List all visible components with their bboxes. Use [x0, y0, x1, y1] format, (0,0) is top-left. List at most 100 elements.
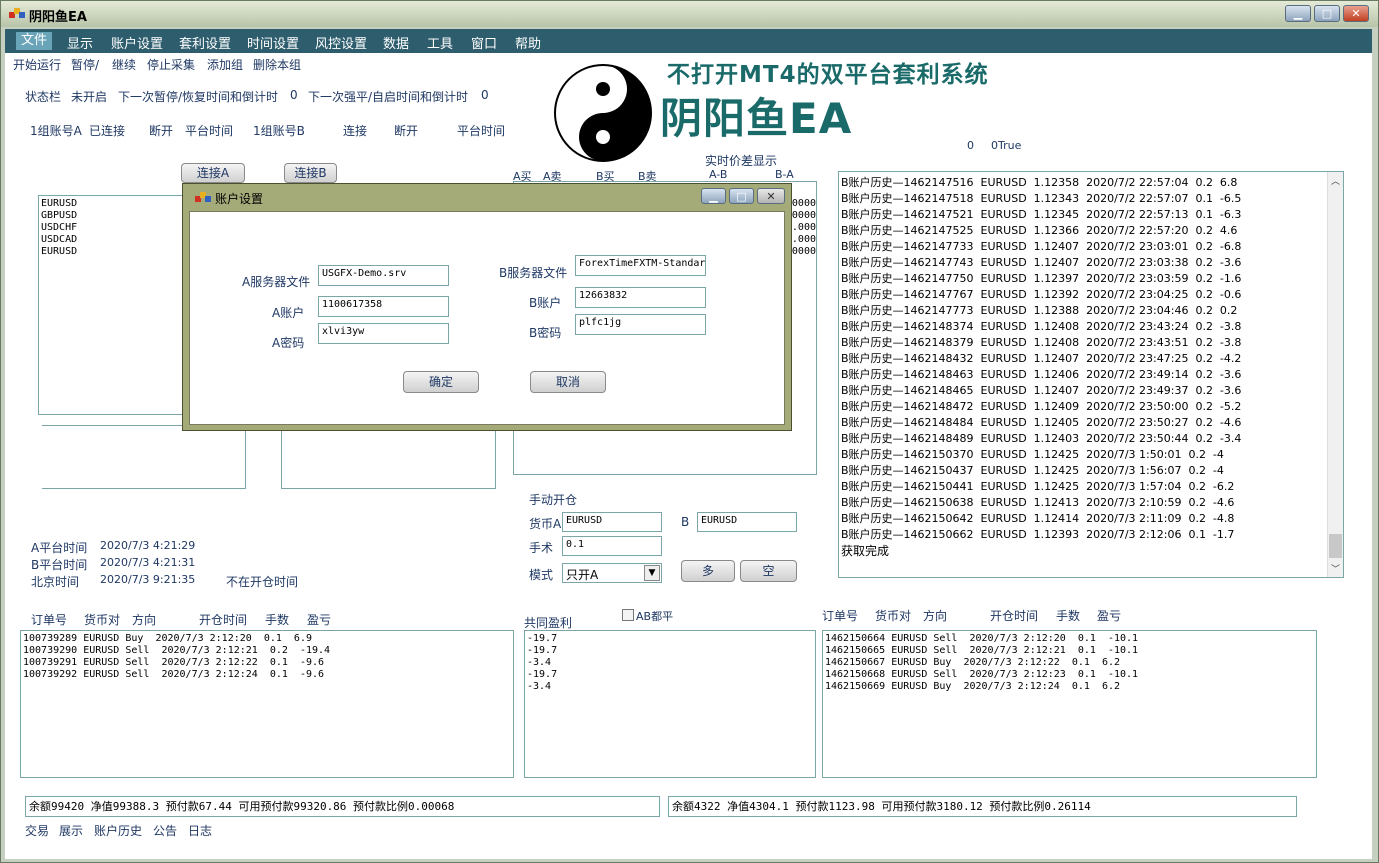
- history-item[interactable]: B账户历史—1462147521 EURUSD 1.12345 2020/7/2…: [841, 207, 1241, 223]
- table-row[interactable]: 1462150669 EURUSD Buy 2020/7/3 2:12:24 0…: [825, 681, 1314, 693]
- menu-account-settings[interactable]: 账户设置: [111, 33, 163, 52]
- history-item[interactable]: B账户历史—1462148472 EURUSD 1.12409 2020/7/2…: [841, 399, 1241, 415]
- menu-data[interactable]: 数据: [383, 33, 409, 52]
- menu-tools[interactable]: 工具: [427, 33, 453, 52]
- chevron-down-icon[interactable]: ▼: [644, 565, 660, 581]
- maximize-button[interactable]: □: [1314, 5, 1340, 22]
- history-item[interactable]: B账户历史—1462147743 EURUSD 1.12407 2020/7/2…: [841, 255, 1241, 271]
- scroll-up-icon[interactable]: ︿: [1331, 174, 1340, 187]
- mode-select[interactable]: 只开A ▼: [562, 563, 662, 583]
- balance-b-field[interactable]: 余额4322 净值4304.1 预付款1123.98 可用预付款3180.12 …: [668, 796, 1297, 817]
- close-button[interactable]: ✕: [1343, 5, 1369, 22]
- tab-log[interactable]: 日志: [188, 822, 212, 839]
- table-row[interactable]: 100739291 EURUSD Sell 2020/7/3 2:12:22 0…: [23, 657, 511, 669]
- balance-a-field[interactable]: 余额99420 净值99388.3 预付款67.44 可用预付款99320.86…: [25, 796, 660, 817]
- tab-trade[interactable]: 交易: [25, 822, 49, 839]
- scroll-thumb[interactable]: [1329, 534, 1342, 558]
- history-item[interactable]: B账户历史—1462148489 EURUSD 1.12403 2020/7/2…: [841, 431, 1241, 447]
- symbol-item[interactable]: GBPUSD: [41, 210, 195, 222]
- connect-a-button[interactable]: 连接A: [181, 163, 245, 183]
- long-button[interactable]: 多: [681, 560, 735, 582]
- menu-time-settings[interactable]: 时间设置: [247, 33, 299, 52]
- history-scrollbar[interactable]: ︿ ﹀: [1327, 172, 1343, 577]
- minimize-button[interactable]: ▁: [1285, 5, 1311, 22]
- table-row[interactable]: 1462150668 EURUSD Sell 2020/7/3 2:12:23 …: [825, 669, 1314, 681]
- history-item[interactable]: B账户历史—1462147518 EURUSD 1.12343 2020/7/2…: [841, 191, 1241, 207]
- history-item[interactable]: B账户历史—1462150441 EURUSD 1.12425 2020/7/3…: [841, 479, 1241, 495]
- resume-link[interactable]: 继续: [112, 56, 136, 73]
- orders-b-list[interactable]: 1462150664 EURUSD Sell 2020/7/3 2:12:20 …: [822, 630, 1317, 778]
- menu-help[interactable]: 帮助: [515, 33, 541, 52]
- symbol-item[interactable]: EURUSD: [41, 246, 195, 258]
- history-item[interactable]: B账户历史—1462147750 EURUSD 1.12397 2020/7/2…: [841, 271, 1241, 287]
- connect-b-button[interactable]: 连接B: [284, 163, 337, 183]
- cancel-button[interactable]: 取消: [530, 371, 606, 393]
- account-history-list[interactable]: B账户历史—1462147516 EURUSD 1.12358 2020/7/2…: [838, 171, 1344, 578]
- history-item[interactable]: B账户历史—1462148465 EURUSD 1.12407 2020/7/2…: [841, 383, 1241, 399]
- short-button[interactable]: 空: [740, 560, 797, 582]
- history-item[interactable]: B账户历史—1462150638 EURUSD 1.12413 2020/7/3…: [841, 495, 1241, 511]
- ok-button[interactable]: 确定: [403, 371, 479, 393]
- add-group-link[interactable]: 添加组: [207, 56, 243, 73]
- history-item[interactable]: B账户历史—1462147516 EURUSD 1.12358 2020/7/2…: [841, 175, 1241, 191]
- table-row[interactable]: 1462150665 EURUSD Sell 2020/7/3 2:12:21 …: [825, 645, 1314, 657]
- history-item[interactable]: 获取完成: [841, 543, 1241, 559]
- menu-window[interactable]: 窗口: [471, 33, 497, 52]
- pair-a-input[interactable]: EURUSD: [562, 512, 662, 532]
- table-row[interactable]: 1462150664 EURUSD Sell 2020/7/3 2:12:20 …: [825, 633, 1314, 645]
- history-item[interactable]: B账户历史—1462147733 EURUSD 1.12407 2020/7/2…: [841, 239, 1241, 255]
- ab-close-checkbox[interactable]: [622, 609, 634, 621]
- disconnect-a-link[interactable]: 断开: [149, 122, 173, 139]
- symbol-item[interactable]: EURUSD: [41, 198, 195, 210]
- history-item[interactable]: B账户历史—1462148374 EURUSD 1.12408 2020/7/2…: [841, 319, 1241, 335]
- menu-file[interactable]: 文件: [16, 32, 53, 50]
- banner-subtitle: 不打开MT4的双平台套利系统: [667, 62, 989, 88]
- pause-link[interactable]: 暂停/: [71, 56, 99, 73]
- stop-collect-link[interactable]: 停止采集: [147, 56, 195, 73]
- common-pnl-list[interactable]: -19.7 -19.7 -3.4 -19.7 -3.4: [524, 630, 816, 778]
- history-item[interactable]: B账户历史—1462147773 EURUSD 1.12388 2020/7/2…: [841, 303, 1241, 319]
- history-item[interactable]: B账户历史—1462148432 EURUSD 1.12407 2020/7/2…: [841, 351, 1241, 367]
- tab-announcement[interactable]: 公告: [153, 822, 177, 839]
- history-item[interactable]: B账户历史—1462148484 EURUSD 1.12405 2020/7/2…: [841, 415, 1241, 431]
- table-row[interactable]: 100739292 EURUSD Sell 2020/7/3 2:12:24 0…: [23, 669, 511, 681]
- history-item[interactable]: B账户历史—1462150642 EURUSD 1.12414 2020/7/3…: [841, 511, 1241, 527]
- dialog-maximize-button[interactable]: □: [729, 188, 754, 204]
- history-item[interactable]: B账户历史—1462150370 EURUSD 1.12425 2020/7/3…: [841, 447, 1241, 463]
- menu-arbitrage-settings[interactable]: 套利设置: [179, 33, 231, 52]
- menu-risk-settings[interactable]: 风控设置: [315, 33, 367, 52]
- title-bar[interactable]: 阴阳鱼EA ▁ □ ✕: [1, 1, 1378, 27]
- table-row[interactable]: 100739290 EURUSD Sell 2020/7/3 2:12:21 0…: [23, 645, 511, 657]
- dialog-title-bar[interactable]: 账户设置 ▁ □ ✕: [187, 186, 787, 208]
- history-item[interactable]: B账户历史—1462147767 EURUSD 1.12392 2020/7/2…: [841, 287, 1241, 303]
- tab-display[interactable]: 展示: [59, 822, 83, 839]
- scroll-down-icon[interactable]: ﹀: [1331, 562, 1340, 575]
- symbol-list[interactable]: EURUSD GBPUSD USDCHF USDCAD EURUSD: [38, 195, 198, 415]
- a-account-input[interactable]: 1100617358: [318, 296, 449, 317]
- b-server-input[interactable]: ForexTimeFXTM-Standar: [575, 255, 706, 276]
- menu-view[interactable]: 显示: [67, 33, 93, 52]
- pair-b-input[interactable]: EURUSD: [697, 512, 797, 532]
- dialog-close-button[interactable]: ✕: [757, 188, 785, 204]
- table-row[interactable]: 1462150667 EURUSD Buy 2020/7/3 2:12:22 0…: [825, 657, 1314, 669]
- dialog-minimize-button[interactable]: ▁: [701, 188, 726, 204]
- a-password-input[interactable]: xlvi3yw: [318, 323, 449, 344]
- tab-account-history[interactable]: 账户历史: [94, 822, 142, 839]
- delete-group-link[interactable]: 删除本组: [253, 56, 301, 73]
- symbol-item[interactable]: USDCHF: [41, 222, 195, 234]
- table-row[interactable]: 100739289 EURUSD Buy 2020/7/3 2:12:20 0.…: [23, 633, 511, 645]
- history-item[interactable]: B账户历史—1462148379 EURUSD 1.12408 2020/7/2…: [841, 335, 1241, 351]
- b-account-input[interactable]: 12663832: [575, 287, 706, 308]
- start-run-link[interactable]: 开始运行: [13, 56, 61, 73]
- connect-b-link[interactable]: 连接: [343, 122, 367, 139]
- b-password-input[interactable]: plfc1jg: [575, 314, 706, 335]
- symbol-item[interactable]: USDCAD: [41, 234, 195, 246]
- history-item[interactable]: B账户历史—1462147525 EURUSD 1.12366 2020/7/2…: [841, 223, 1241, 239]
- a-server-input[interactable]: USGFX-Demo.srv: [318, 265, 449, 286]
- lots-input[interactable]: 0.1: [562, 536, 662, 556]
- disconnect-b-link[interactable]: 断开: [394, 122, 418, 139]
- orders-a-list[interactable]: 100739289 EURUSD Buy 2020/7/3 2:12:20 0.…: [20, 630, 514, 778]
- history-item[interactable]: B账户历史—1462150437 EURUSD 1.12425 2020/7/3…: [841, 463, 1241, 479]
- history-item[interactable]: B账户历史—1462150662 EURUSD 1.12393 2020/7/3…: [841, 527, 1241, 543]
- history-item[interactable]: B账户历史—1462148463 EURUSD 1.12406 2020/7/2…: [841, 367, 1241, 383]
